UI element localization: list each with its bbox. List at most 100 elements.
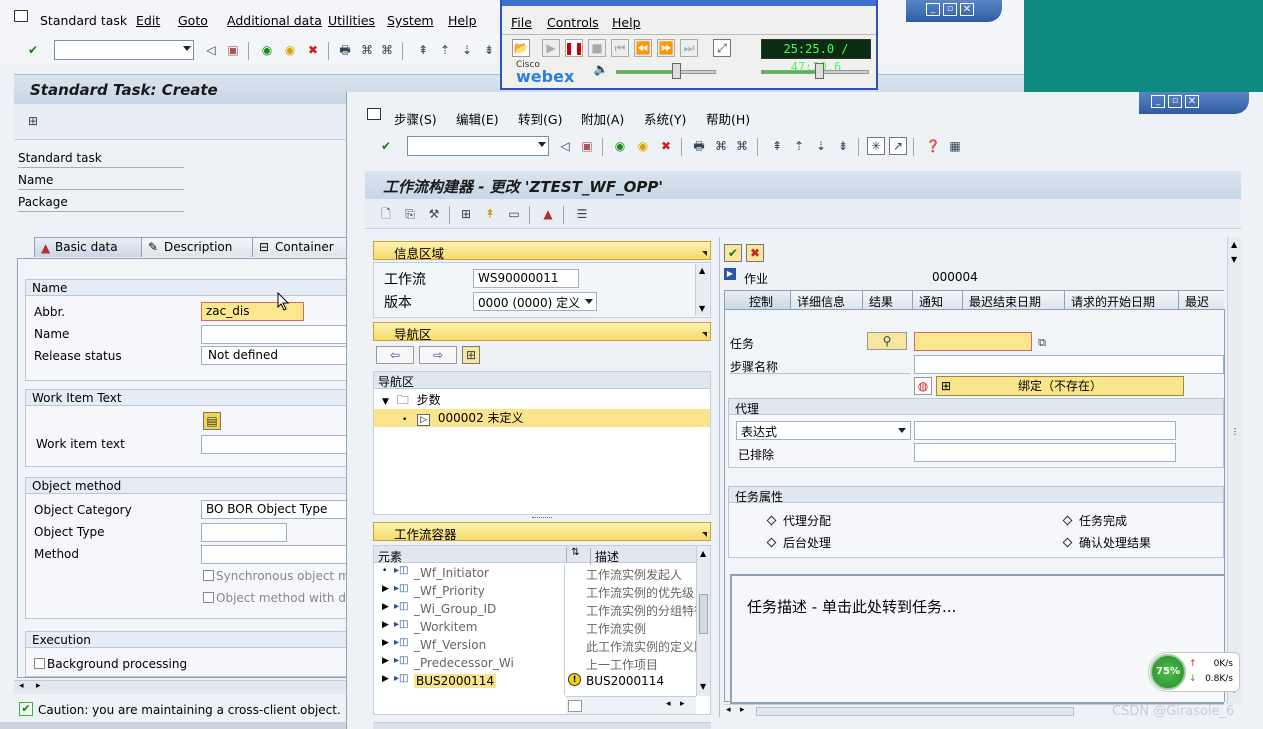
find-next-icon[interactable]: ⌘ — [378, 41, 396, 59]
agent-expression-input[interactable] — [914, 421, 1176, 440]
tree-bullet[interactable]: • — [382, 566, 387, 576]
find-icon[interactable]: ⌘ — [358, 41, 376, 59]
bg-menu-goto[interactable]: Goto — [178, 13, 208, 28]
text-editor-icon[interactable]: ▤ — [203, 412, 221, 430]
layout-icon[interactable]: ▦ — [946, 137, 964, 155]
work-item-text-input[interactable] — [201, 435, 351, 454]
first-page-icon[interactable]: ⇞ — [414, 41, 432, 59]
scroll-up-icon[interactable]: ▲ — [1231, 240, 1237, 249]
maximize-icon[interactable]: ▫ — [943, 3, 957, 16]
play-icon[interactable]: ▶ — [542, 39, 560, 57]
pause-icon[interactable]: ❚❚ — [564, 39, 584, 57]
hierarchy-icon[interactable]: ⊞ — [457, 205, 475, 223]
cancel-red-icon[interactable]: ✖ — [657, 137, 675, 155]
table-row[interactable]: ▶ ▸◫ _Wi_Group_ID 工作流实例的分组特征 — [374, 601, 696, 619]
info-vertical-scrollbar[interactable]: ▲ ▼ — [695, 264, 709, 316]
task-type-dropdown[interactable]: ⚲ — [867, 332, 907, 350]
skip-end-icon[interactable]: ⏭ — [680, 39, 698, 57]
skip-start-icon[interactable]: ⏮ — [611, 39, 629, 57]
progress-slider[interactable] — [761, 63, 869, 79]
resize-grip[interactable]: ⋮ — [1231, 427, 1239, 436]
open-folder-icon[interactable]: 📂 — [512, 39, 530, 57]
name-input[interactable] — [201, 325, 351, 344]
scroll-down-icon[interactable]: ▼ — [1231, 255, 1237, 264]
task-input[interactable] — [914, 332, 1032, 351]
scroll-left-icon[interactable]: ◂ — [19, 681, 24, 691]
dialog-checkbox[interactable]: Object method with dia — [203, 591, 357, 605]
menu-extras[interactable]: 附加(A) — [581, 109, 624, 128]
scroll-down-icon[interactable]: ▼ — [699, 304, 705, 313]
webex-menu-help[interactable]: Help — [612, 15, 641, 30]
method-input[interactable] — [201, 545, 351, 564]
expand-icon[interactable]: ▶ — [382, 674, 389, 684]
find-icon[interactable]: ⌘ — [712, 137, 730, 155]
binding-button[interactable]: ⊞ 绑定（不存在） — [936, 376, 1184, 396]
right-vertical-scrollbar[interactable]: ▲ ▼ ⋮ ▲ ▼ — [1227, 237, 1241, 704]
confirm-check-icon[interactable]: ✔ — [724, 244, 742, 262]
exit-yellow-icon[interactable]: ◉ — [634, 137, 652, 155]
synchronous-checkbox[interactable]: Synchronous object me — [203, 569, 357, 583]
task-description-text[interactable]: 任务描述 - 单击此处转到任务... — [747, 596, 956, 617]
bg-menu-standard-task[interactable]: Standard task — [40, 13, 127, 28]
save-icon[interactable]: ▣ — [578, 137, 596, 155]
scroll-left-icon[interactable]: ◂ — [726, 705, 731, 715]
bg-menu-edit[interactable]: Edit — [136, 13, 160, 28]
menu-edit[interactable]: 编辑(E) — [456, 109, 499, 128]
first-page-icon[interactable]: ⇞ — [768, 137, 786, 155]
tab-notification[interactable]: 通知 — [912, 290, 964, 310]
exit-yellow-icon[interactable]: ◉ — [281, 41, 299, 59]
checkbox-box[interactable] — [203, 592, 214, 603]
wand-icon[interactable]: ⚒ — [425, 205, 443, 223]
scroll-track[interactable] — [756, 707, 1074, 716]
excluded-input[interactable] — [914, 443, 1176, 462]
scroll-down-icon[interactable]: ▼ — [700, 682, 706, 691]
close-icon[interactable]: ✕ — [960, 3, 974, 16]
maximize-icon[interactable]: ▫ — [1168, 95, 1182, 108]
tree-node-step-000002[interactable]: • ▷ 000002 未定义 — [374, 409, 710, 427]
background-processing-checkbox[interactable]: Background processing — [34, 657, 187, 671]
scroll-right-icon[interactable]: ▸ — [680, 699, 685, 709]
volume-thumb[interactable] — [671, 63, 681, 79]
back-arrow-icon[interactable]: ◁ — [556, 137, 574, 155]
container-vertical-scrollbar[interactable]: ▲ ▼ — [696, 546, 710, 696]
splitter-handle[interactable] — [532, 517, 552, 520]
close-icon[interactable]: ✕ — [1185, 95, 1199, 108]
agent-type-select[interactable]: 表达式 — [736, 421, 911, 440]
object-category-field[interactable]: BO BOR Object Type — [201, 500, 351, 519]
table-row[interactable]: ▶ ▸◫ BUS2000114! BUS2000114 — [374, 673, 696, 691]
volume-slider[interactable] — [616, 63, 716, 79]
tab-control[interactable]: 控制 — [724, 290, 792, 310]
tab-result[interactable]: 结果 — [862, 290, 914, 310]
stop-icon[interactable]: ■ — [588, 39, 606, 57]
bg-menu-additional-data[interactable]: Additional data — [227, 13, 322, 28]
bg-menu-help[interactable]: Help — [448, 13, 477, 28]
scroll-up-icon[interactable]: ▲ — [699, 266, 705, 275]
nav-back-icon[interactable]: ⇦ — [376, 346, 414, 364]
message-icon[interactable]: ▭ — [505, 205, 523, 223]
version-select[interactable]: 0000 (0000) 定义 — [473, 292, 597, 311]
copy-task-icon[interactable]: ⧉ — [1033, 333, 1051, 351]
tab-details[interactable]: 详细信息 — [790, 290, 864, 310]
cancel-x-icon[interactable]: ✖ — [746, 244, 764, 262]
rewind-icon[interactable]: ⏪ — [634, 39, 652, 57]
tab-description[interactable]: ✎ Description — [141, 237, 257, 257]
scroll-right-icon[interactable]: ▸ — [740, 705, 745, 715]
tab-latest-end[interactable]: 最迟结束日期 — [962, 290, 1066, 310]
tab-latest-start[interactable]: 最迟 — [1178, 290, 1224, 310]
fullscreen-icon[interactable]: ⤢ — [713, 39, 731, 57]
container-horizontal-scrollbar[interactable]: ◂ ▸ — [566, 696, 696, 714]
container-section-header[interactable]: 工作流容器 — [373, 522, 711, 542]
expand-icon[interactable]: ▶ — [382, 656, 389, 666]
new-document-icon[interactable]: 🗋 — [377, 205, 395, 223]
tab-container[interactable]: ⊟ Container — [252, 237, 356, 257]
table-row[interactable]: ▶ ▸◫ _Predecessor_Wi 上一工作项目 — [374, 655, 696, 673]
info-section-header[interactable]: 信息区域 — [373, 241, 711, 261]
scroll-right-icon[interactable]: ▸ — [36, 681, 41, 691]
tab-basic-data[interactable]: ▲ Basic data — [34, 237, 152, 257]
menu-system[interactable]: 系统(Y) — [644, 109, 686, 128]
nav-forward-icon[interactable]: ⇨ — [419, 346, 457, 364]
col-element-header[interactable]: 元素 — [378, 548, 402, 565]
chevron-down-icon[interactable] — [898, 428, 906, 433]
cancel-red-icon[interactable]: ✖ — [304, 41, 322, 59]
object-type-input[interactable] — [201, 523, 287, 542]
